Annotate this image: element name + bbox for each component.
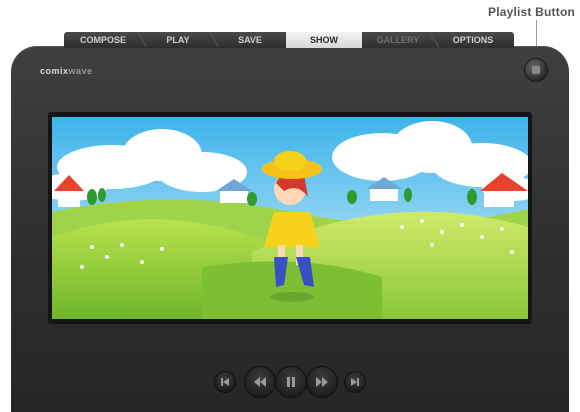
tab-options[interactable]: OPTIONS <box>434 32 512 48</box>
fast-forward-button[interactable] <box>306 366 338 398</box>
rewind-icon <box>254 377 266 387</box>
logo-suffix: wave <box>68 66 93 76</box>
fast-forward-icon <box>316 377 328 387</box>
skip-back-button[interactable] <box>214 371 236 393</box>
tab-play[interactable]: PLAY <box>142 32 214 48</box>
tab-save[interactable]: SAVE <box>214 32 286 48</box>
tab-show[interactable]: SHOW <box>286 32 362 48</box>
skip-forward-icon <box>351 378 359 386</box>
skip-forward-button[interactable] <box>344 371 366 393</box>
skip-back-icon <box>221 378 229 386</box>
playback-controls <box>214 366 368 398</box>
logo-text: comix <box>40 66 69 76</box>
tab-gallery: GALLERY <box>376 35 420 45</box>
playlist-icon <box>532 66 540 74</box>
playlist-button-callout-label: Playlist Button <box>488 5 576 19</box>
playlist-button[interactable] <box>524 58 548 82</box>
tab-compose[interactable]: COMPOSE <box>64 32 142 48</box>
cartoon-scene-image <box>52 117 528 319</box>
rewind-button[interactable] <box>244 366 276 398</box>
pause-button[interactable] <box>275 366 307 398</box>
main-tab-bar: COMPOSE PLAY SAVE SHOW GALLERY OPTIONS <box>64 32 514 48</box>
comixwave-logo: comixwave <box>40 66 93 76</box>
pause-icon <box>287 377 295 387</box>
animation-viewport <box>52 117 528 319</box>
